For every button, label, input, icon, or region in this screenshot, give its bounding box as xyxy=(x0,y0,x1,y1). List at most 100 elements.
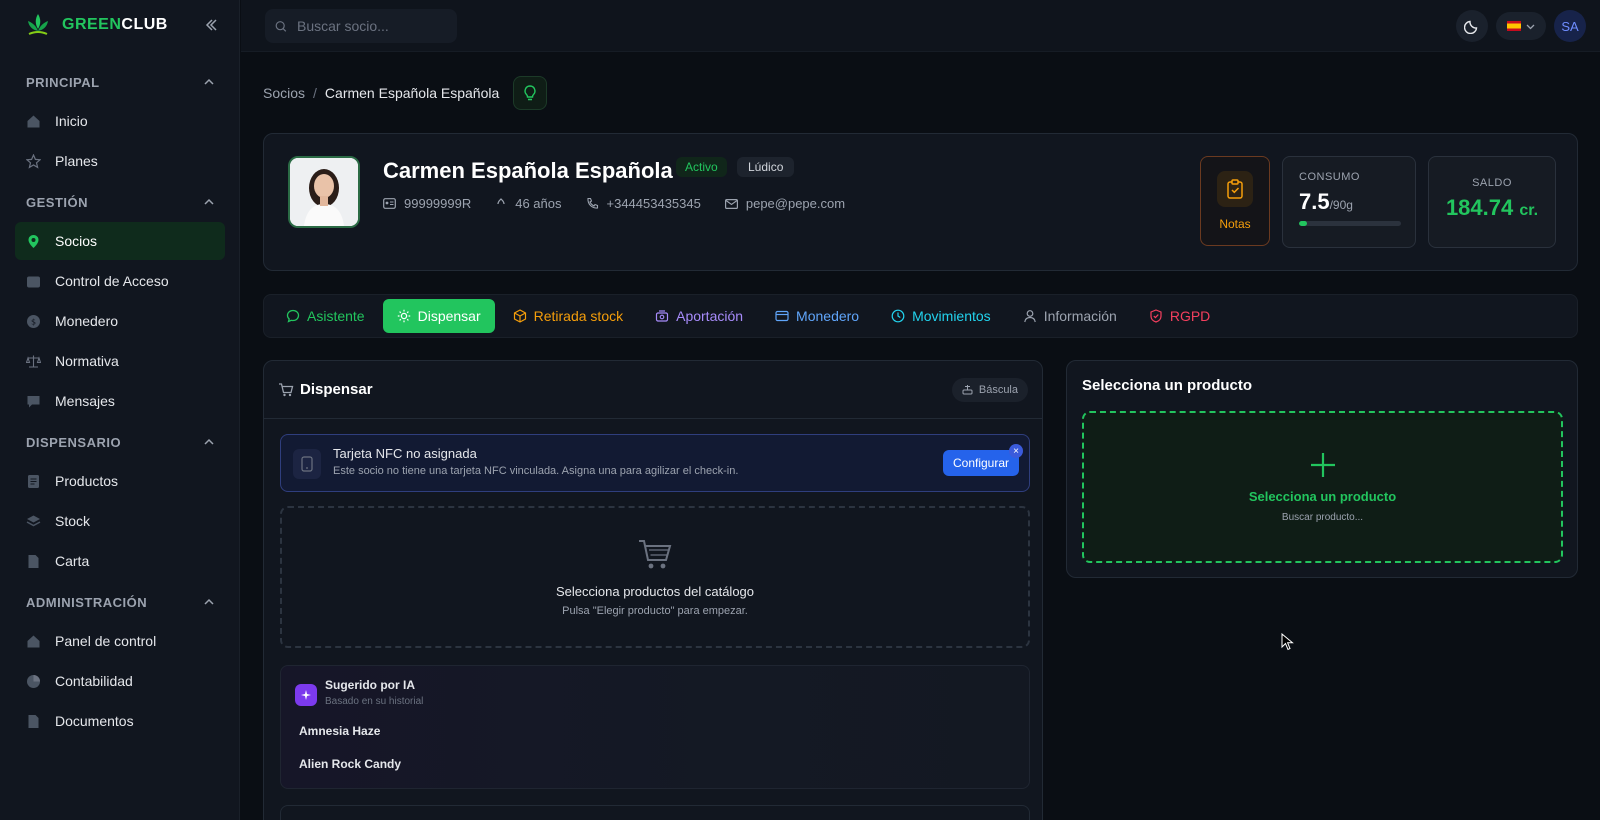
select-product-button[interactable]: Selecciona un producto Buscar producto..… xyxy=(1082,411,1563,563)
section-dispensario[interactable]: DISPENSARIO xyxy=(0,424,240,460)
pie-chart-icon xyxy=(26,674,41,689)
chevron-down-icon xyxy=(1526,24,1535,29)
tab-monedero[interactable]: Monedero xyxy=(761,299,873,333)
box-icon xyxy=(513,309,526,323)
breadcrumb-socios-link[interactable]: Socios xyxy=(263,85,305,101)
tab-asistente[interactable]: Asistente xyxy=(272,299,379,333)
balance-value: 184.74 cr. xyxy=(1445,195,1539,220)
theme-toggle-button[interactable] xyxy=(1456,10,1488,42)
dispense-panel: Dispensar Báscula Tarjeta NFC no asignad… xyxy=(263,360,1043,820)
close-nfc-alert-button[interactable]: × xyxy=(1009,444,1023,458)
chevron-up-icon xyxy=(204,438,214,445)
notes-button[interactable]: Notas xyxy=(1200,156,1270,246)
sidebar-item-control-acceso[interactable]: Control de Acceso xyxy=(15,262,225,300)
tab-dispensar[interactable]: Dispensar xyxy=(382,299,495,333)
sidebar-item-monedero[interactable]: $ Monedero xyxy=(15,302,225,340)
product-select-title: Selecciona un producto xyxy=(1082,377,1253,394)
mail-icon xyxy=(724,198,738,209)
section-gestion[interactable]: GESTIÓN xyxy=(0,184,240,220)
member-phone: +344453435345 xyxy=(586,196,701,211)
search-product-hint: Buscar producto... xyxy=(1281,512,1364,523)
document-icon xyxy=(26,714,41,729)
breadcrumb-separator: / xyxy=(313,85,317,101)
sidebar-item-stock[interactable]: Stock xyxy=(15,502,225,540)
clock-icon xyxy=(891,309,905,323)
nfc-alert-description: Este socio no tiene una tarjeta NFC vinc… xyxy=(333,465,739,477)
top-bar: SA xyxy=(241,0,1600,52)
chat-icon xyxy=(26,394,41,409)
consumption-label: CONSUMO xyxy=(1299,171,1360,183)
sidebar-item-productos[interactable]: Productos xyxy=(15,462,225,500)
status-badge: Activo xyxy=(676,157,727,177)
ai-suggestion-item[interactable]: Alien Rock Candy xyxy=(299,757,401,771)
breadcrumb-current: Carmen Española Española xyxy=(324,85,500,101)
sidebar-item-carta[interactable]: Carta xyxy=(15,542,225,580)
sidebar-item-inicio[interactable]: Inicio xyxy=(15,102,225,140)
scale-icon xyxy=(25,354,42,369)
shield-icon xyxy=(1150,309,1162,323)
sidebar-item-panel-control[interactable]: Panel de control xyxy=(15,622,225,660)
dispense-panel-header: Dispensar Báscula xyxy=(264,361,1042,419)
sidebar-item-normativa[interactable]: Normativa xyxy=(15,342,225,380)
member-portrait-image xyxy=(290,158,358,226)
calendar-icon xyxy=(26,274,41,289)
search-box[interactable] xyxy=(265,9,457,43)
tab-aportacion[interactable]: Aportación xyxy=(641,299,757,333)
ai-suggestions-subtitle: Basado en su historial xyxy=(325,696,424,707)
sidebar-nav: PRINCIPAL Inicio Planes GESTIÓN Socios C… xyxy=(0,60,240,742)
section-principal[interactable]: PRINCIPAL xyxy=(0,64,240,100)
mouse-cursor-icon xyxy=(1281,633,1294,651)
scale-icon xyxy=(962,385,973,395)
lightbulb-icon xyxy=(524,85,536,101)
sidebar-item-documentos[interactable]: Documentos xyxy=(15,702,225,740)
sidebar: GREENCLUB PRINCIPAL Inicio Planes GESTIÓ… xyxy=(0,0,240,820)
language-selector[interactable] xyxy=(1496,12,1546,40)
tab-retirada-stock[interactable]: Retirada stock xyxy=(499,299,637,333)
search-input[interactable] xyxy=(297,18,447,34)
scale-button[interactable]: Báscula xyxy=(951,377,1028,402)
tips-button[interactable] xyxy=(513,76,548,110)
home-icon xyxy=(26,634,41,649)
member-type-badge: Lúdico xyxy=(737,157,795,177)
clipboard-check-icon xyxy=(1217,171,1253,207)
member-age: 46 años xyxy=(495,196,562,211)
tab-rgpd[interactable]: RGPD xyxy=(1135,299,1224,333)
sidebar-item-planes[interactable]: Planes xyxy=(15,142,225,180)
ai-suggestion-item[interactable]: Amnesia Haze xyxy=(299,724,380,738)
user-avatar[interactable]: SA xyxy=(1554,10,1586,42)
logo[interactable]: GREENCLUB xyxy=(26,12,168,38)
document-list-icon xyxy=(26,474,41,489)
file-icon xyxy=(26,554,41,569)
collapse-sidebar-button[interactable] xyxy=(202,16,220,34)
chevron-up-icon xyxy=(204,78,214,85)
notes-label: Notas xyxy=(1219,217,1251,231)
user-icon xyxy=(1023,310,1036,323)
gift-icon xyxy=(656,310,669,322)
brand-name: GREENCLUB xyxy=(62,16,168,33)
dispense-title: Dispensar xyxy=(278,381,373,398)
tab-informacion[interactable]: Información xyxy=(1009,299,1131,333)
select-product-label: Selecciona un producto xyxy=(1248,489,1397,504)
tab-movimientos[interactable]: Movimientos xyxy=(877,299,1005,333)
nfc-alert: Tarjeta NFC no asignada Este socio no ti… xyxy=(280,434,1030,492)
nfc-card-icon xyxy=(293,449,321,479)
spain-flag-icon xyxy=(1507,21,1521,31)
balance-label: SALDO xyxy=(1472,177,1512,189)
sidebar-item-mensajes[interactable]: Mensajes xyxy=(15,382,225,420)
nfc-alert-title: Tarjeta NFC no asignada xyxy=(333,446,477,461)
section-administracion[interactable]: ADMINISTRACIÓN xyxy=(0,584,240,620)
plus-icon xyxy=(1310,453,1335,477)
sidebar-item-contabilidad[interactable]: Contabilidad xyxy=(15,662,225,700)
member-email: pepe@pepe.com xyxy=(724,196,845,211)
card-icon xyxy=(775,310,789,322)
ai-suggestions-title: Sugerido por IA xyxy=(325,678,415,692)
cart-icon xyxy=(279,382,294,396)
consumption-progress-fill xyxy=(1299,221,1308,226)
sidebar-item-socios[interactable]: Socios xyxy=(15,222,225,260)
coin-icon: $ xyxy=(26,314,41,329)
balance-card: SALDO 184.74 cr. xyxy=(1428,156,1556,248)
member-info-row: 99999999R 46 años +344453435345 pepe@pep… xyxy=(383,196,845,211)
home-icon xyxy=(26,114,41,129)
ai-suggestions: Sugerido por IA Basado en su historial A… xyxy=(280,665,1030,789)
configure-nfc-button[interactable]: Configurar xyxy=(943,450,1019,476)
